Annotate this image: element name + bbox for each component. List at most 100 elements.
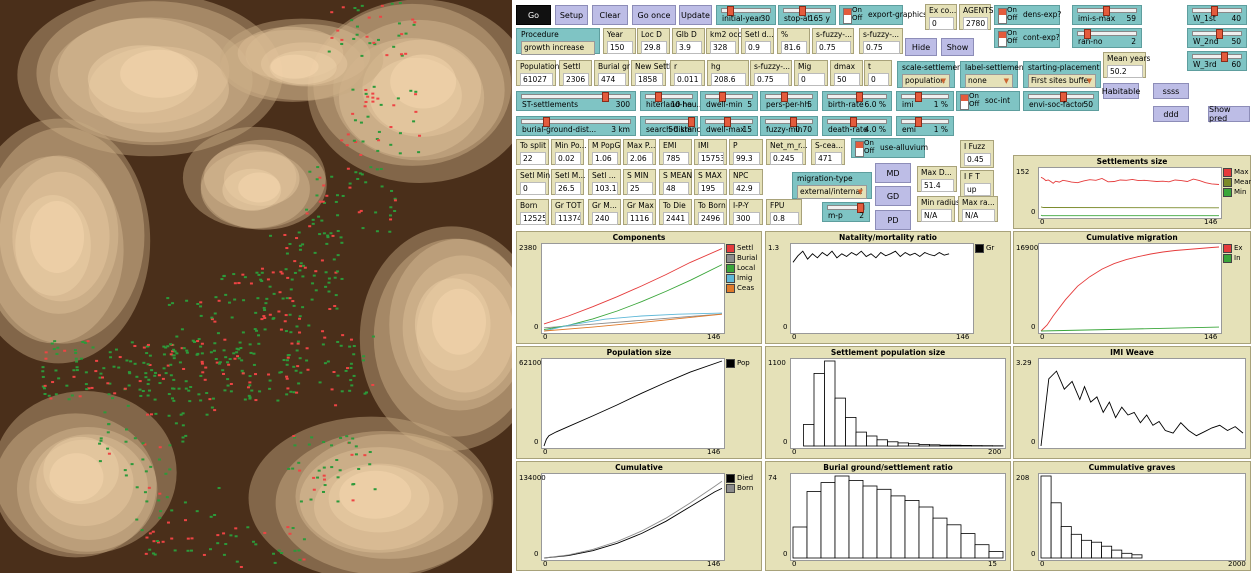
- slider-knob[interactable]: [915, 117, 922, 127]
- slider-knob[interactable]: [602, 92, 609, 102]
- plot-svg: [543, 360, 723, 447]
- slider-hiterland-hou[interactable]: hiterland-hou... 10 ha: [640, 91, 704, 111]
- slider-track[interactable]: [721, 6, 771, 16]
- chooser-procedure[interactable]: Procedure growth increase: [516, 28, 600, 55]
- slider-track[interactable]: [645, 117, 695, 127]
- slider-value: 50 km: [668, 125, 692, 134]
- chooser-value[interactable]: growth increase: [521, 41, 595, 55]
- go-once-button[interactable]: Go once: [632, 5, 676, 25]
- chooser-value-text: none: [968, 76, 987, 85]
- legend-label: In: [1234, 254, 1241, 262]
- chooser-migration-type[interactable]: migration-type external/internal ▼: [792, 172, 872, 199]
- slider-death-rate[interactable]: death-rate 4.0 %: [822, 116, 892, 136]
- slider-track[interactable]: [645, 92, 693, 102]
- slider-track[interactable]: [901, 92, 949, 102]
- gd-button[interactable]: GD: [875, 186, 911, 206]
- slider-w-1st[interactable]: W_1st 40: [1187, 5, 1247, 25]
- switch-soc-int[interactable]: On Off soc-int: [956, 91, 1020, 111]
- update-button[interactable]: Update: [679, 5, 712, 25]
- slider-track[interactable]: [827, 117, 887, 127]
- switch-toggle[interactable]: [855, 141, 864, 157]
- chooser-value[interactable]: none ▼: [965, 74, 1013, 88]
- slider-stop-at[interactable]: stop-at 165 y: [778, 5, 836, 25]
- habitable-label: Habitable: [1101, 86, 1141, 96]
- slider-track[interactable]: [1077, 29, 1137, 39]
- clear-button[interactable]: Clear: [592, 5, 628, 25]
- switch-toggle[interactable]: [843, 8, 852, 24]
- monitor-setl-m-33: Setl M... 26.5: [551, 169, 585, 195]
- ddd-button[interactable]: ddd: [1153, 106, 1189, 122]
- slider-track[interactable]: [705, 117, 753, 127]
- monitor-i-fuzz-21: I Fuzz 0.45: [960, 140, 994, 168]
- switch-toggle[interactable]: [960, 94, 969, 110]
- slider-burial-ground-dist[interactable]: burial-ground-dist... 3 km: [516, 116, 636, 136]
- chooser-value[interactable]: First sites buffer ▼: [1028, 74, 1096, 88]
- slider-imi-s-max[interactable]: imi-s-max 59: [1072, 5, 1142, 25]
- switch-toggle[interactable]: [998, 31, 1007, 47]
- slider-imi[interactable]: imi 1 %: [896, 91, 954, 111]
- show-pred-button[interactable]: Show pred: [1208, 105, 1250, 123]
- switch-toggle[interactable]: [998, 8, 1007, 24]
- slider-fuzzy-min[interactable]: fuzzy-min 0.70: [760, 116, 818, 136]
- slider-dwell-min[interactable]: dwell-min 5: [700, 91, 758, 111]
- slider-track[interactable]: [1028, 92, 1094, 102]
- slider-track[interactable]: [521, 92, 631, 102]
- habitable-button[interactable]: Habitable: [1101, 83, 1141, 99]
- switch-dens-exp[interactable]: On Off dens-exp?: [994, 5, 1061, 25]
- chooser-scale-settlements[interactable]: scale-settlements population ▼: [897, 61, 969, 88]
- x-min-label: 0: [1040, 218, 1045, 226]
- world-view[interactable]: [0, 0, 512, 573]
- slider-w-3rd[interactable]: W_3rd 60: [1187, 51, 1247, 71]
- slider-ran-no[interactable]: ran-no 2: [1072, 28, 1142, 48]
- setup-button[interactable]: Setup: [555, 5, 588, 25]
- legend-label: Born: [737, 484, 754, 492]
- chooser-label-settlements[interactable]: label-settlements none ▼: [960, 61, 1030, 88]
- slider-search-distance[interactable]: search-distance 50 km: [640, 116, 705, 136]
- slider-track[interactable]: [765, 92, 813, 102]
- slider-track[interactable]: [705, 92, 753, 102]
- slider-track[interactable]: [783, 6, 831, 16]
- slider-track[interactable]: [765, 117, 813, 127]
- md-button[interactable]: MD: [875, 163, 911, 183]
- slider-track[interactable]: [1077, 6, 1137, 16]
- slider-track[interactable]: [521, 117, 631, 127]
- slider-birth-rate[interactable]: birth-rate 6.0 %: [822, 91, 892, 111]
- monitor-label: S MAX: [698, 171, 722, 180]
- slider-w-2nd[interactable]: W_2nd 50: [1187, 28, 1247, 48]
- chooser-value[interactable]: external/internal ▼: [797, 185, 867, 199]
- slider-track[interactable]: [1192, 6, 1242, 16]
- slider-dwell-max[interactable]: dwell-max 15: [700, 116, 758, 136]
- switch-cont-exp[interactable]: On Off cont-exp?: [994, 28, 1060, 48]
- ssss-button[interactable]: ssss: [1153, 83, 1189, 99]
- slider-track[interactable]: [827, 203, 865, 213]
- legend-swatch: [1223, 167, 1232, 177]
- monitor-label: Mig: [798, 62, 812, 71]
- pd-button[interactable]: PD: [875, 210, 911, 230]
- slider-track[interactable]: [901, 117, 949, 127]
- slider-initial-year[interactable]: initial-year 30: [716, 5, 776, 25]
- chooser-value[interactable]: population ▼: [902, 74, 950, 88]
- slider-st-settlements[interactable]: ST-settlements 300: [516, 91, 636, 111]
- slider-knob[interactable]: [1221, 52, 1228, 62]
- monitor-value: 0: [520, 182, 546, 195]
- plot-title: Cumulative: [615, 463, 663, 472]
- go-button[interactable]: Go: [516, 5, 551, 25]
- legend-label: Pop: [737, 359, 750, 367]
- slider-m-p[interactable]: m-p 2: [822, 202, 870, 222]
- slider-track[interactable]: [1192, 29, 1242, 39]
- slider-track[interactable]: [827, 92, 887, 102]
- show-button[interactable]: Show: [941, 38, 974, 56]
- switch-use-alluvium[interactable]: On Off use-alluvium: [851, 138, 928, 158]
- x-max-label: 146: [707, 560, 721, 568]
- hide-button[interactable]: Hide: [905, 38, 937, 56]
- histogram-bar: [1131, 554, 1143, 559]
- slider-knob[interactable]: [915, 92, 922, 102]
- chooser-starting-placement[interactable]: starting-placement First sites buffer ▼: [1023, 61, 1101, 88]
- legend-entry: Local: [726, 263, 762, 273]
- slider-envi-soc-factor[interactable]: envi-soc-factor 50: [1023, 91, 1099, 111]
- slider-pers-per-hh[interactable]: pers-per-hh 5: [760, 91, 818, 111]
- monitor-value: 81.6: [781, 41, 807, 54]
- slider-track[interactable]: [1192, 52, 1242, 62]
- switch-export-graphics[interactable]: On Off export-graphics?: [839, 5, 931, 25]
- slider-emi[interactable]: emi 1 %: [896, 116, 954, 136]
